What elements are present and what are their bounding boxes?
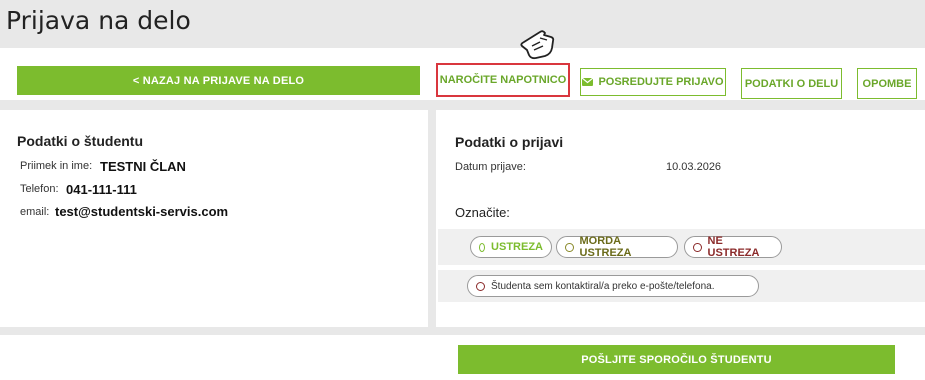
page-title: Prijava na delo — [6, 6, 191, 35]
option-suitable[interactable]: USTREZA — [470, 236, 552, 258]
send-message-button[interactable]: POŠLJITE SPOROČILO ŠTUDENTU — [458, 345, 895, 374]
radio-not-suitable[interactable] — [693, 242, 702, 252]
contacted-label: Študenta sem kontaktiral/a preko e-pošte… — [491, 280, 715, 292]
radio-contacted[interactable] — [476, 281, 485, 291]
radio-maybe-suitable[interactable] — [565, 242, 574, 252]
order-referral-label: NAROČITE NAPOTNICO — [439, 74, 567, 86]
student-phone-label: Telefon: — [20, 183, 59, 195]
hand-pointer-icon — [520, 30, 555, 60]
student-name-value: TESTNI ČLAN — [100, 159, 186, 174]
option-suitable-label: USTREZA — [491, 241, 543, 253]
student-name-label: Priimek in ime: — [20, 160, 93, 172]
forward-application-label: POSREDUJTE PRIJAVO — [598, 76, 724, 88]
order-referral-button[interactable]: NAROČITE NAPOTNICO — [436, 63, 570, 97]
application-heading: Podatki o prijavi — [455, 134, 564, 150]
student-email-label: email: — [20, 206, 50, 218]
option-maybe-suitable[interactable]: MORDA USTREZA — [556, 235, 678, 259]
student-email-value: test@studentski-servis.com — [55, 204, 229, 219]
mark-label: Označite: — [455, 205, 510, 220]
forward-application-button[interactable]: POSREDUJTE PRIJAVO — [580, 68, 726, 96]
option-maybe-label: MORDA USTREZA — [579, 235, 632, 259]
contacted-option[interactable]: Študenta sem kontaktiral/a preko e-pošte… — [467, 275, 759, 297]
option-not-suitable[interactable]: NE USTREZA — [684, 235, 782, 259]
student-heading: Podatki o študentu — [17, 133, 143, 149]
application-date-label: Datum prijave: — [455, 161, 526, 173]
radio-suitable[interactable] — [479, 242, 486, 252]
option-not-suitable-label: NE USTREZA — [707, 235, 760, 259]
job-details-button[interactable]: PODATKI O DELU — [741, 68, 842, 99]
envelope-icon — [582, 78, 594, 86]
notes-button[interactable]: OPOMBE — [857, 68, 917, 99]
back-button[interactable]: < NAZAJ NA PRIJAVE NA DELO — [17, 66, 420, 95]
student-phone-value: 041-111-111 — [66, 182, 137, 197]
application-date-value: 10.03.2026 — [666, 161, 722, 173]
